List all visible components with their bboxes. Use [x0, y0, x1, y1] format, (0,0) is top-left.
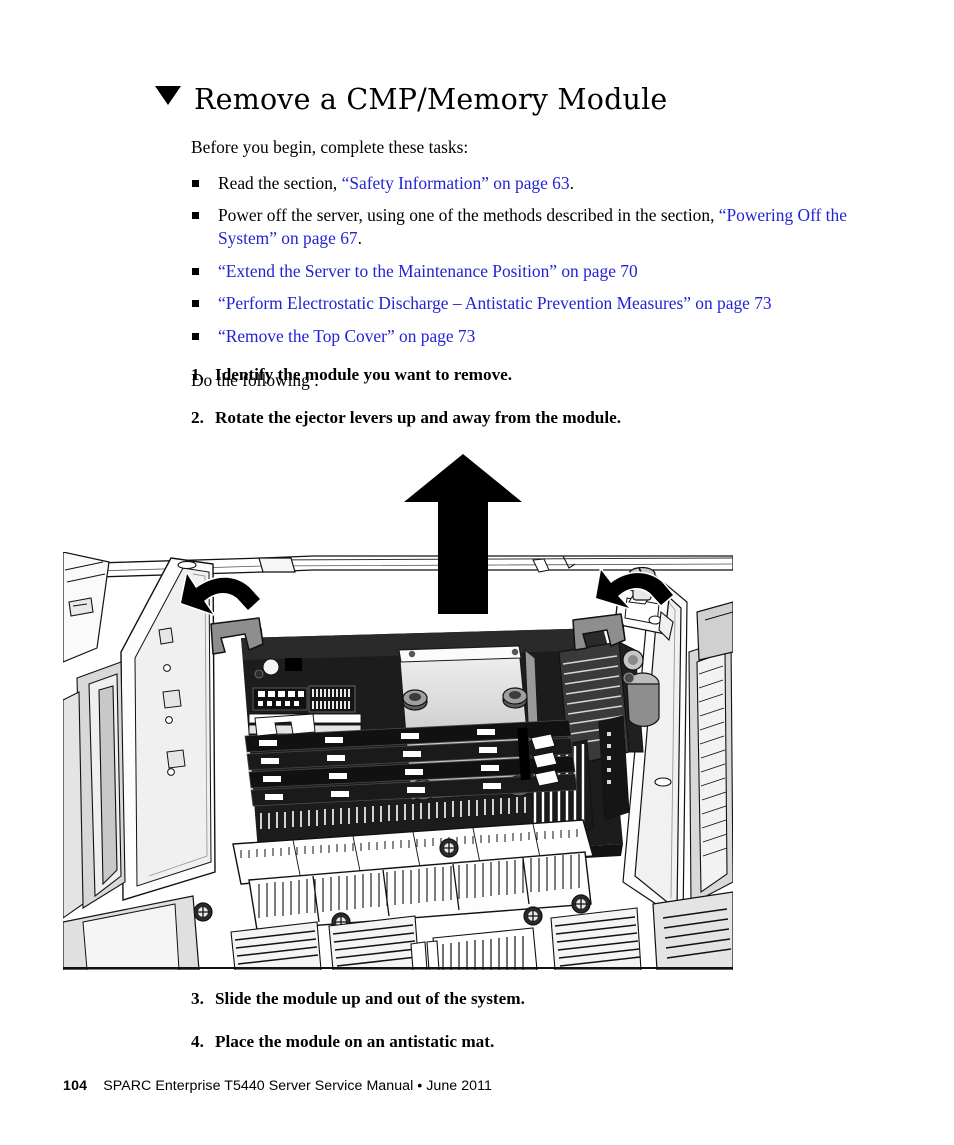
square-bullet-icon [192, 179, 199, 187]
prerequisites-section: Before you begin, complete these tasks: … [191, 136, 851, 392]
list-item: Power off the server, using one of the m… [191, 204, 851, 249]
procedure-steps-before-figure: 1. Identify the module you want to remov… [191, 364, 871, 451]
triangle-down-icon [155, 86, 181, 105]
cross-reference-link[interactable]: “Perform Electrostatic Discharge – Antis… [218, 293, 772, 313]
page-title: Remove a CMP/Memory Module [194, 83, 668, 116]
list-item: “Perform Electrostatic Discharge – Antis… [191, 292, 851, 315]
procedure-step: 1. Identify the module you want to remov… [191, 364, 871, 386]
page-heading: Remove a CMP/Memory Module [155, 83, 668, 116]
page-footer: 104 SPARC Enterprise T5440 Server Servic… [63, 1078, 492, 1094]
bullet-text-pre: Power off the server, using one of the m… [218, 205, 719, 226]
footer-page-number: 104 [63, 1078, 88, 1094]
procedure-step: 3. Slide the module up and out of the sy… [191, 988, 871, 1010]
list-item: “Extend the Server to the Maintenance Po… [191, 260, 851, 283]
bullet-text-pre: Read the section, [218, 172, 342, 193]
square-bullet-icon [192, 267, 199, 275]
procedure-step: 2. Rotate the ejector levers up and away… [191, 407, 871, 429]
cross-reference-link[interactable]: “Safety Information” on page 63 [342, 173, 570, 193]
procedure-step: 4. Place the module on an antistatic mat… [191, 1031, 871, 1053]
step-number: 4. [191, 1032, 204, 1052]
cross-reference-link[interactable]: “Extend the Server to the Maintenance Po… [218, 261, 638, 281]
step-number: 2. [191, 408, 204, 428]
prerequisites-list: Read the section, “Safety Information” o… [191, 172, 851, 348]
square-bullet-icon [192, 300, 199, 308]
list-item: “Remove the Top Cover” on page 73 [191, 325, 851, 348]
procedure-steps-after-figure: 3. Slide the module up and out of the sy… [191, 988, 871, 1075]
document-page: Remove a CMP/Memory Module Before you be… [0, 0, 954, 1145]
step-number: 1. [191, 365, 204, 384]
step-number: 3. [191, 989, 204, 1008]
cross-reference-link[interactable]: “Remove the Top Cover” on page 73 [218, 326, 475, 346]
bullet-text-post: . [569, 172, 574, 193]
step-text: Rotate the ejector levers up and away fr… [215, 408, 622, 428]
cmp-memory-module-removal-illustration [63, 452, 733, 970]
square-bullet-icon [192, 212, 199, 220]
square-bullet-icon [192, 332, 199, 340]
step-text: Place the module on an antistatic mat. [215, 1032, 495, 1052]
bullet-text-post: . [357, 227, 362, 248]
step-text: Slide the module up and out of the syste… [215, 989, 525, 1008]
step-text: Identify the module you want to remove. [215, 365, 513, 384]
list-item: Read the section, “Safety Information” o… [191, 172, 851, 195]
lead-paragraph: Before you begin, complete these tasks: [191, 137, 469, 157]
footer-manual-title: SPARC Enterprise T5440 Server Service Ma… [103, 1078, 492, 1094]
